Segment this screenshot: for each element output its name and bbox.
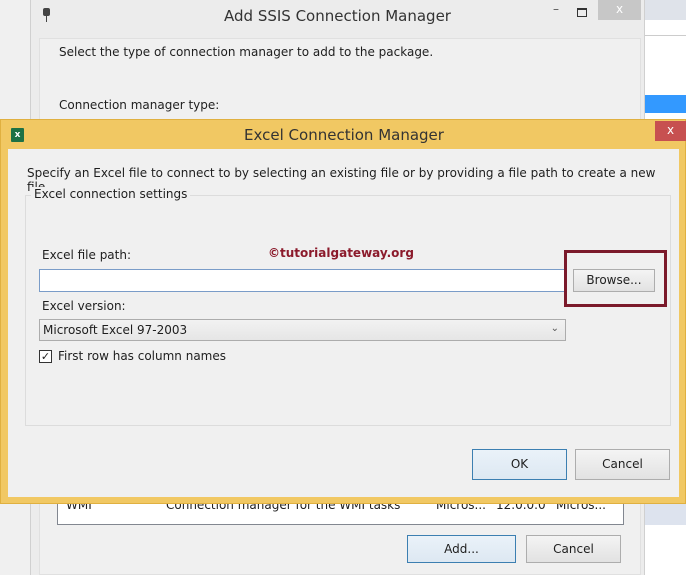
group-label: Excel connection settings: [31, 187, 191, 201]
watermark: ©tutorialgateway.org: [268, 246, 414, 260]
background-selected-row: [645, 95, 686, 113]
close-button[interactable]: x: [598, 0, 641, 20]
path-label: Excel file path:: [42, 248, 132, 262]
excel-connection-manager-dialog: x Excel Connection Manager x Specify an …: [0, 119, 686, 504]
add-button[interactable]: Add...: [407, 535, 516, 563]
cancel-button[interactable]: Cancel: [526, 535, 621, 563]
first-row-checkbox[interactable]: ✓: [39, 350, 52, 363]
cancel-button[interactable]: Cancel: [575, 449, 670, 480]
maximize-button[interactable]: [577, 8, 587, 17]
type-label: Connection manager type:: [59, 98, 220, 112]
ok-button[interactable]: OK: [472, 449, 567, 480]
minimize-button[interactable]: –: [553, 2, 565, 18]
excel-version-select[interactable]: Microsoft Excel 97-2003 ⌄: [39, 319, 566, 341]
dialog-title: Excel Connection Manager: [244, 126, 444, 144]
dialog-body: Specify an Excel file to connect to by s…: [8, 149, 679, 497]
divider: [645, 35, 686, 36]
instruction-text: Select the type of connection manager to…: [59, 45, 434, 59]
version-value: Microsoft Excel 97-2003: [43, 323, 188, 337]
file-path-input[interactable]: [39, 269, 566, 292]
close-button[interactable]: x: [655, 121, 686, 141]
background-row: [645, 503, 686, 525]
chevron-down-icon: ⌄: [550, 323, 559, 334]
browse-button[interactable]: Browse...: [573, 269, 655, 292]
checkbox-label: First row has column names: [58, 349, 227, 363]
background-toolbar: [645, 0, 686, 20]
version-label: Excel version:: [42, 299, 126, 313]
